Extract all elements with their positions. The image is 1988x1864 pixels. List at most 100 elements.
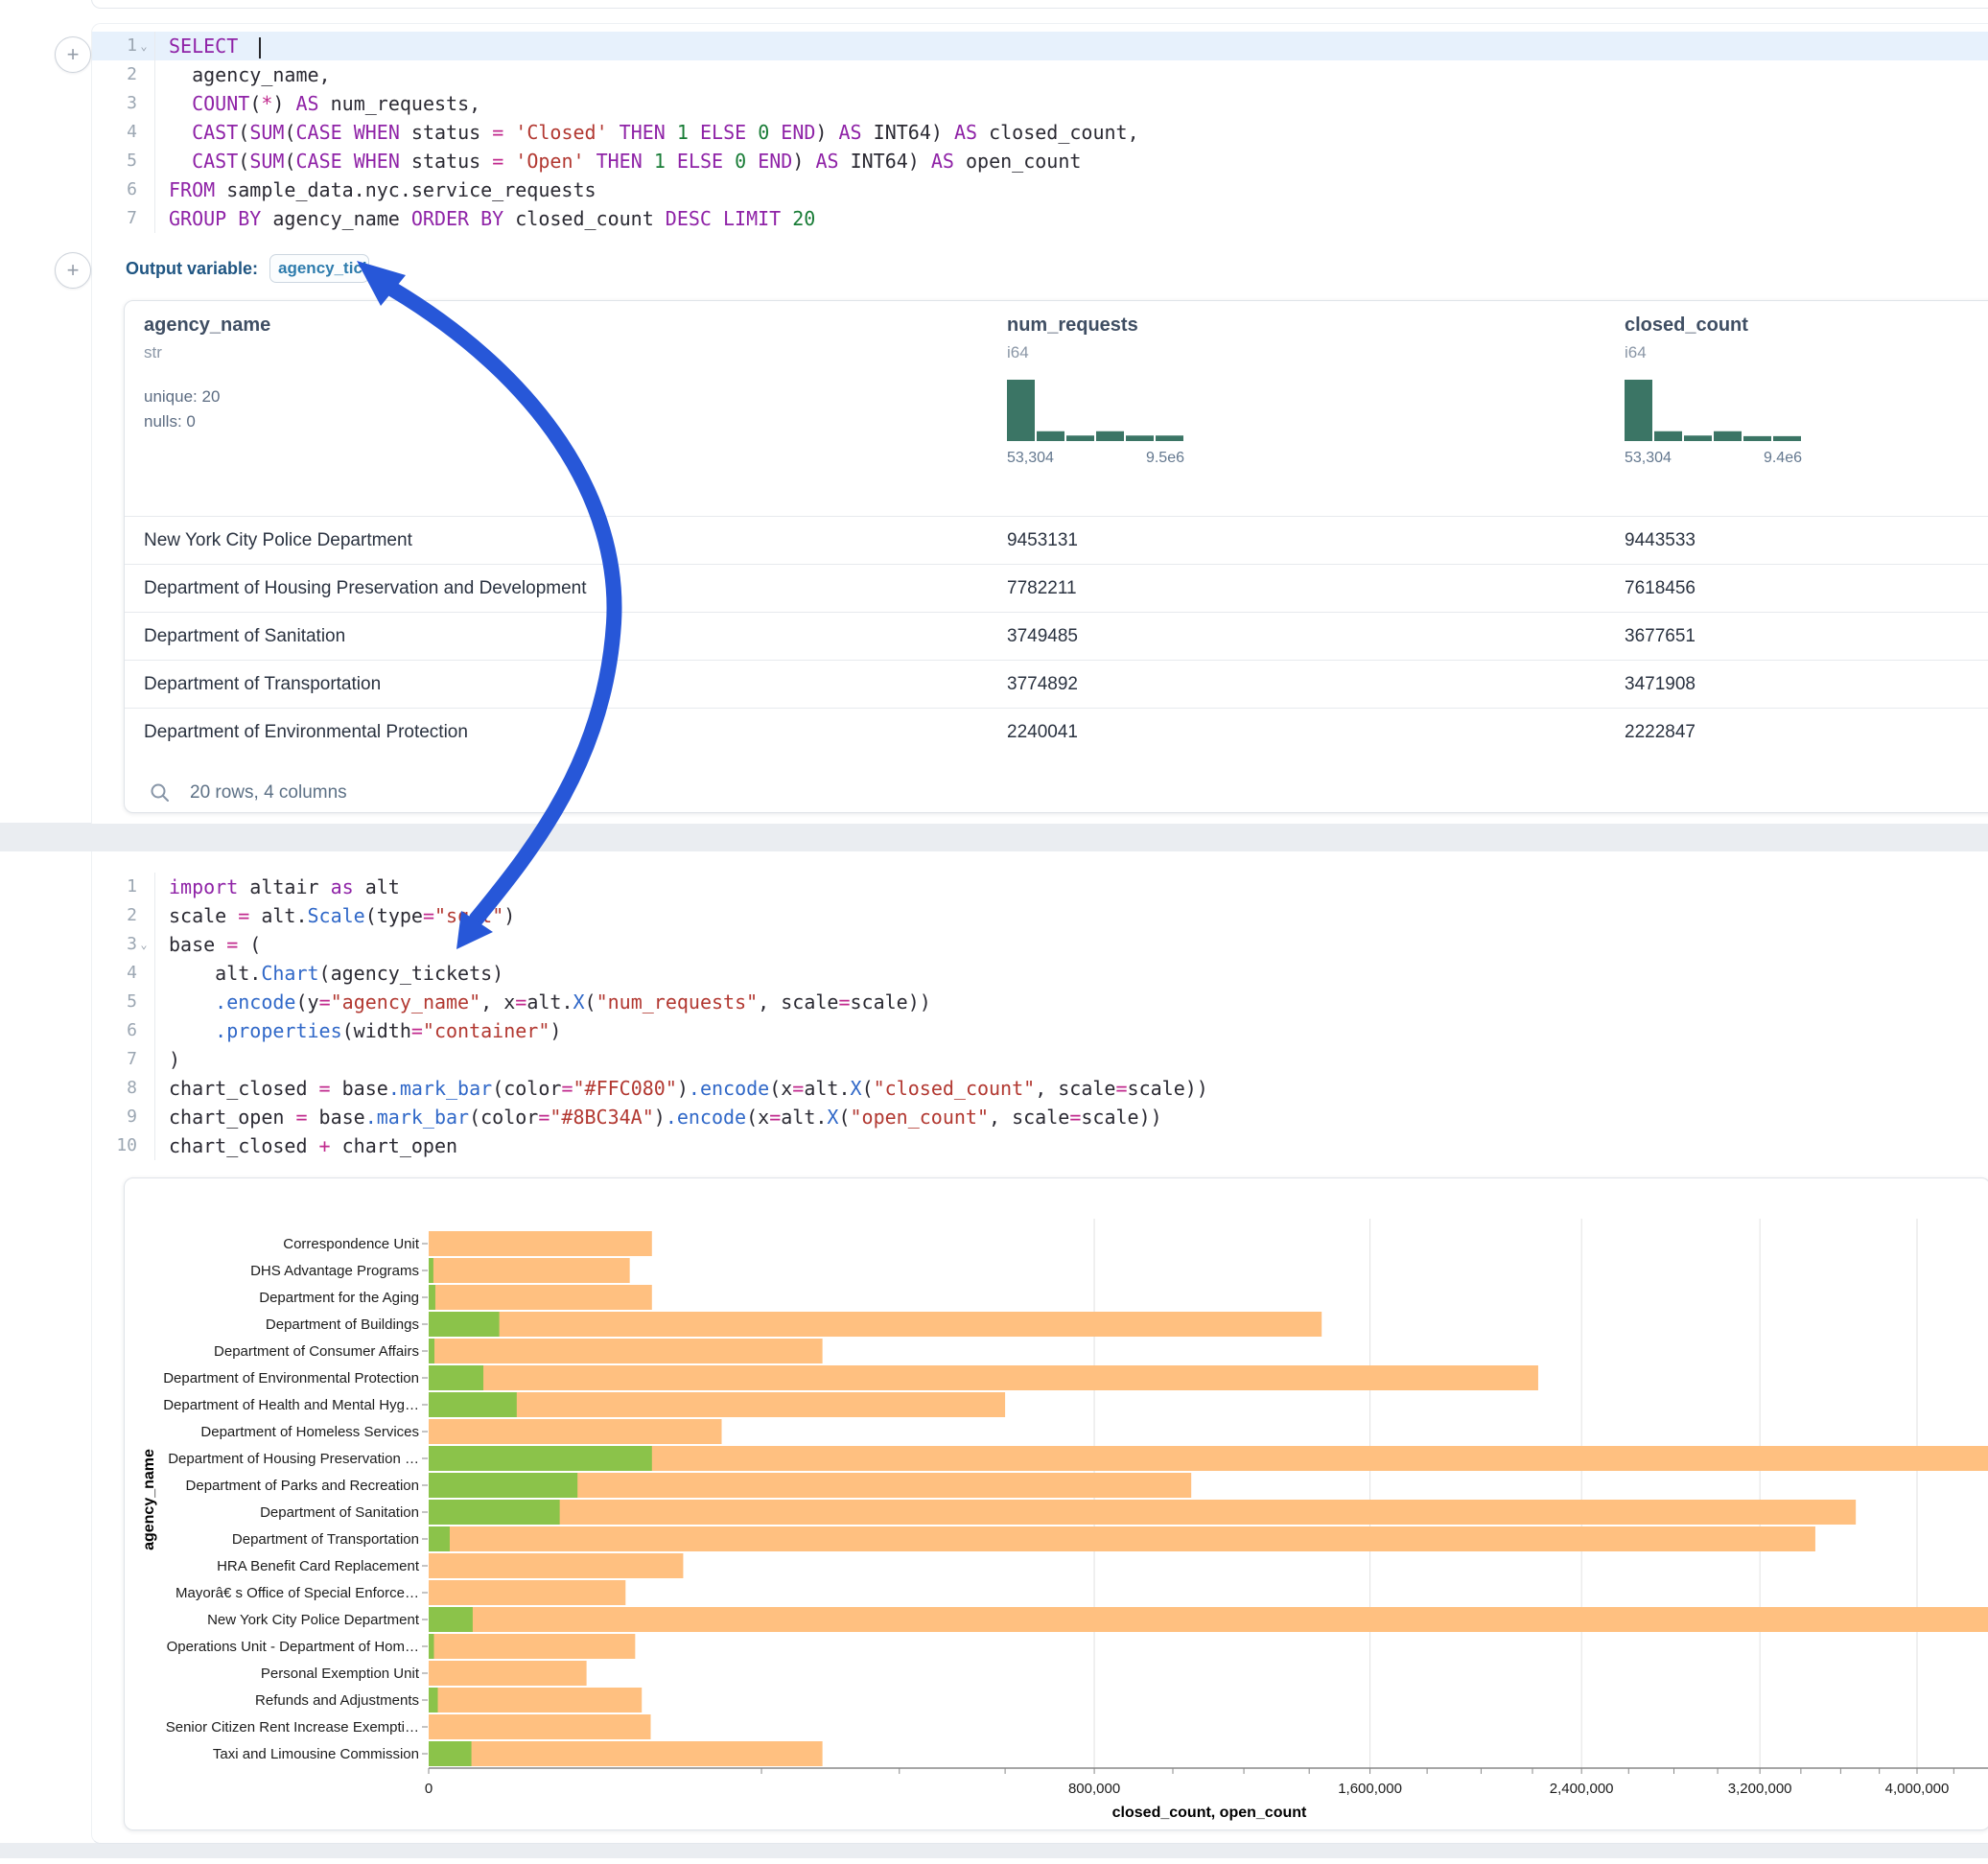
line-number-gutter: 4: [92, 959, 155, 988]
bar-closed: [429, 1688, 642, 1713]
y-axis-label: Department of Housing Preservation …: [168, 1451, 419, 1467]
code-text: ): [155, 1045, 180, 1074]
table-row: Department of Transportation377489234719…: [125, 660, 1988, 708]
column-name: num_requests: [1007, 315, 1184, 337]
cell-num_requests: 3749485: [1007, 613, 1078, 660]
code-line[interactable]: 1⌄SELECT: [92, 32, 1988, 60]
code-text: GROUP BY agency_name ORDER BY closed_cou…: [155, 204, 815, 233]
code-line[interactable]: 4 alt.Chart(agency_tickets): [92, 959, 1988, 988]
y-axis-label: Department of Consumer Affairs: [214, 1343, 419, 1360]
bar-closed: [429, 1365, 1538, 1390]
y-axis-label: HRA Benefit Card Replacement: [217, 1558, 420, 1574]
bar-closed: [429, 1553, 683, 1578]
cell-agency_name: Department of Transportation: [144, 661, 381, 708]
cell-agency_name: Department of Housing Preservation and D…: [144, 565, 587, 612]
cell-agency_name: Department of Sanitation: [144, 613, 345, 660]
line-number-gutter: 7: [92, 1045, 155, 1074]
column-name: agency_name: [144, 315, 270, 337]
column-header-agency_name[interactable]: agency_namestr unique: 20 nulls: 0: [144, 315, 270, 431]
bar-open: [429, 1741, 472, 1766]
bar-closed: [429, 1714, 651, 1739]
code-line[interactable]: 2 agency_name,: [92, 60, 1988, 89]
code-line[interactable]: 2scale = alt.Scale(type="sqrt"): [92, 901, 1988, 930]
add-cell-button-top[interactable]: +: [55, 36, 91, 73]
code-line[interactable]: 1import altair as alt: [92, 873, 1988, 901]
code-text: chart_open = base.mark_bar(color="#8BC34…: [155, 1103, 1162, 1131]
bar-closed: [429, 1419, 722, 1444]
y-axis-label: Department of Parks and Recreation: [186, 1478, 419, 1494]
x-tick-label: 2,400,000: [1550, 1781, 1614, 1797]
line-number: 3: [108, 930, 137, 959]
chevron-down-icon[interactable]: ⌄: [137, 930, 151, 959]
line-number: 8: [108, 1074, 137, 1103]
y-axis-label: Department of Sanitation: [260, 1504, 419, 1521]
table-header: agency_namestr unique: 20 nulls: 0 num_requ…: [125, 301, 1988, 516]
code-line[interactable]: 10chart_closed + chart_open: [92, 1131, 1988, 1160]
line-number: 4: [108, 959, 137, 988]
bar-closed: [429, 1634, 635, 1659]
column-header-num_requests[interactable]: num_requestsi6453,3049.5e6: [1007, 315, 1184, 467]
code-text: .properties(width="container"): [155, 1016, 561, 1045]
python-cell: 1import altair as alt2scale = alt.Scale(…: [91, 851, 1988, 1844]
code-line[interactable]: 5 .encode(y="agency_name", x=alt.X("num_…: [92, 988, 1988, 1016]
search-icon[interactable]: [150, 782, 171, 804]
output-variable-pill[interactable]: agency_tickets: [269, 254, 369, 283]
line-number: 2: [108, 901, 137, 930]
y-axis-label: Department of Buildings: [266, 1316, 419, 1333]
line-number-gutter: 3⌄: [92, 930, 155, 959]
column-histogram: 53,3049.4e6: [1625, 380, 1802, 467]
line-number-gutter: 10: [92, 1131, 155, 1160]
code-line[interactable]: 7): [92, 1045, 1988, 1074]
line-number: 1: [108, 873, 137, 901]
python-code-editor[interactable]: 1import altair as alt2scale = alt.Scale(…: [92, 873, 1988, 1160]
output-variable-bar: Output variable: agency_tickets: [126, 254, 369, 283]
code-text: agency_name,: [155, 60, 331, 89]
line-number: 5: [108, 988, 137, 1016]
column-type: str: [144, 343, 270, 362]
line-number: 1: [108, 32, 137, 60]
line-number-gutter: 6: [92, 1016, 155, 1045]
sql-code-editor[interactable]: 1⌄SELECT 2 agency_name,3 COUNT(*) AS num…: [92, 32, 1988, 233]
column-stats: unique: 20 nulls: 0: [144, 387, 270, 431]
line-number: 6: [108, 1016, 137, 1045]
y-axis-title: agency_name: [141, 1449, 157, 1550]
column-type: i64: [1625, 343, 1802, 362]
column-header-closed_count[interactable]: closed_counti6453,3049.4e6: [1625, 315, 1802, 467]
line-number: 7: [108, 1045, 137, 1074]
bar-open: [429, 1607, 473, 1632]
line-number-gutter: 5: [92, 988, 155, 1016]
table-footer: 20 rows, 4 columns: [125, 756, 1988, 804]
bar-open: [429, 1339, 434, 1363]
text-caret: [259, 37, 261, 58]
line-number: 6: [108, 175, 137, 204]
column-stat: unique: 20: [144, 387, 270, 407]
line-number: 9: [108, 1103, 137, 1131]
cell-gap-bottom: [0, 1843, 1988, 1858]
column-stat: nulls: 0: [144, 412, 270, 431]
code-line[interactable]: 9 chart_open = base.mark_bar(color="#8BC3…: [92, 1103, 1988, 1131]
code-line[interactable]: 3 COUNT(*) AS num_requests,: [92, 89, 1988, 118]
cell-num_requests: 2240041: [1007, 709, 1078, 756]
bar-open: [429, 1634, 433, 1659]
code-line[interactable]: 8chart_closed = base.mark_bar(color="#FF…: [92, 1074, 1988, 1103]
line-number: 3: [108, 89, 137, 118]
line-number-gutter: 1⌄: [92, 32, 155, 60]
plus-icon: +: [67, 42, 80, 67]
x-tick-label: 0: [425, 1781, 433, 1797]
x-tick-label: 800,000: [1068, 1781, 1120, 1797]
code-line[interactable]: 4 CAST(SUM(CASE WHEN status = 'Closed' T…: [92, 118, 1988, 147]
code-line[interactable]: 7GROUP BY agency_name ORDER BY closed_co…: [92, 204, 1988, 233]
code-line[interactable]: 3⌄base = (: [92, 930, 1988, 959]
line-number-gutter: 4: [92, 118, 155, 147]
cell-agency_name: Department of Environmental Protection: [144, 709, 468, 756]
code-line[interactable]: 6FROM sample_data.nyc.service_requests: [92, 175, 1988, 204]
code-line[interactable]: 6 .properties(width="container"): [92, 1016, 1988, 1045]
code-line[interactable]: 5 CAST(SUM(CASE WHEN status = 'Open' THE…: [92, 147, 1988, 175]
chevron-down-icon[interactable]: ⌄: [137, 32, 151, 60]
line-number: 4: [108, 118, 137, 147]
table-row: Department of Sanitation37494853677651: [125, 612, 1988, 660]
add-cell-button-middle[interactable]: +: [55, 252, 91, 289]
cell-num_requests: 3774892: [1007, 661, 1078, 708]
histogram-icon: [1625, 380, 1802, 441]
table-row: New York City Police Department945313194…: [125, 516, 1988, 564]
